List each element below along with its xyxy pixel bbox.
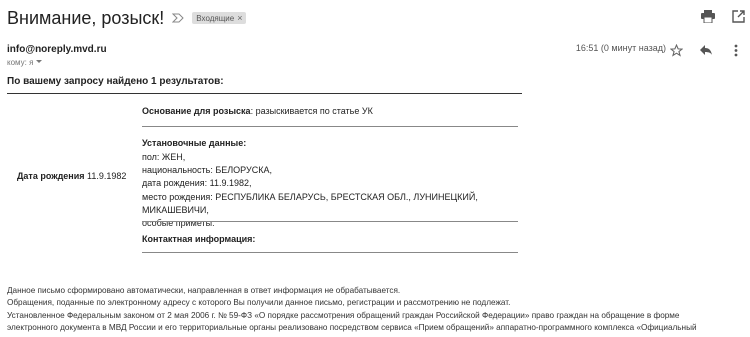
dob-label: Дата рождения (17, 171, 85, 181)
search-basis: Основание для розыска: разыскивается по … (142, 106, 373, 116)
divider (7, 93, 522, 94)
detail-line: дата рождения: 11.9.1982, (142, 178, 252, 189)
recipient-line: кому: я (7, 58, 43, 67)
detail-line: национальность: БЕЛОРУСКА, (142, 165, 272, 176)
message-actions (668, 42, 744, 58)
divider (142, 252, 518, 253)
print-icon[interactable] (700, 8, 716, 24)
footer-line: Обращения, поданные по электронному адре… (7, 298, 511, 308)
footer-line: Установленное Федеральным законом от 2 м… (7, 310, 680, 320)
dob-value: 11.9.1982 (87, 171, 127, 181)
open-in-new-window-icon[interactable] (730, 8, 746, 24)
detail-line: особые приметы: (142, 218, 215, 229)
importance-marker-icon[interactable] (172, 11, 186, 25)
detail-line: пол: ЖЕН, (142, 152, 186, 162)
result-summary: По вашему запросу найдено 1 результатов: (7, 76, 224, 87)
footer-notice: Данное письмо сформировано автоматически… (7, 285, 747, 334)
divider (142, 221, 518, 222)
subject-row: Внимание, розыск! Входящие × (7, 6, 247, 30)
remove-label-button[interactable]: × (237, 13, 242, 23)
chevron-down-icon[interactable] (35, 58, 43, 67)
established-title: Установочные данные: (142, 138, 247, 148)
inbox-label-text: Входящие (196, 13, 235, 23)
basis-label: Основание для розыска (142, 106, 251, 116)
contact-title: Контактная информация: (142, 234, 256, 244)
established-details: пол: ЖЕН, национальность: БЕЛОРУСКА, дат… (142, 151, 518, 230)
sender-address[interactable]: info@noreply.mvd.ru (7, 44, 107, 55)
recipient-text: кому: я (7, 58, 34, 67)
more-vert-icon[interactable] (728, 42, 744, 58)
reply-icon[interactable] (698, 42, 714, 58)
inbox-label[interactable]: Входящие × (192, 12, 247, 24)
message-time: 16:51 (0 минут назад) (575, 43, 666, 53)
dob-cell: Дата рождения 11.9.1982 (17, 171, 126, 181)
footer-line: электронного документа в МВД России и ег… (7, 322, 697, 332)
basis-value: : разыскивается по статье УК (250, 106, 373, 116)
email-subject: Внимание, розыск! (7, 7, 165, 28)
footer-line: Данное письмо сформировано автоматически… (7, 286, 401, 295)
detail-line: место рождения: РЕСПУБЛИКА БЕЛАРУСЬ, БРЕ… (142, 191, 478, 215)
star-icon[interactable] (668, 42, 684, 58)
divider (142, 126, 518, 127)
top-actions (700, 8, 746, 24)
